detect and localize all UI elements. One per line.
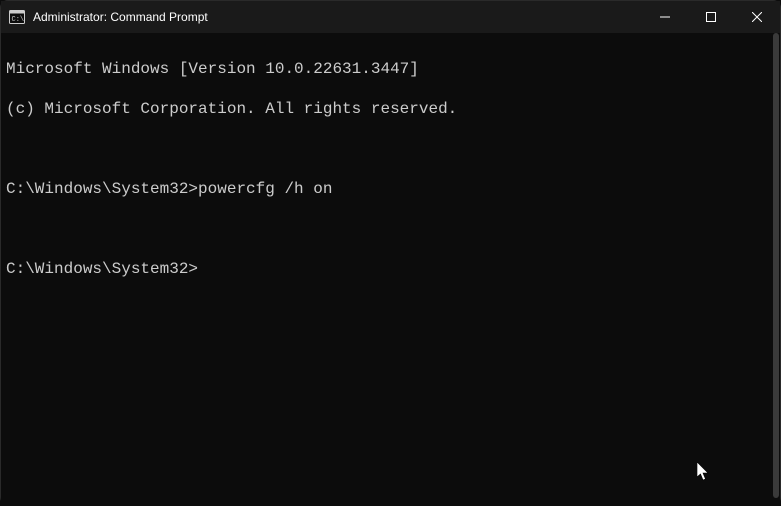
terminal-output-line: Microsoft Windows [Version 10.0.22631.34… [6, 59, 775, 79]
svg-text:C:\: C:\ [12, 16, 25, 24]
minimize-button[interactable] [642, 1, 688, 33]
prompt-path: C:\Windows\System32> [6, 180, 198, 198]
prompt-path: C:\Windows\System32> [6, 260, 198, 278]
window-controls [642, 1, 780, 33]
close-button[interactable] [734, 1, 780, 33]
terminal-prompt-line: C:\Windows\System32>powercfg /h on [6, 179, 775, 199]
terminal-prompt-line: C:\Windows\System32> [6, 259, 775, 279]
terminal-output-line: (c) Microsoft Corporation. All rights re… [6, 99, 775, 119]
titlebar[interactable]: C:\ Administrator: Command Prompt [1, 1, 780, 33]
terminal-body[interactable]: Microsoft Windows [Version 10.0.22631.34… [1, 33, 780, 506]
maximize-button[interactable] [688, 1, 734, 33]
terminal-blank-line [6, 219, 775, 239]
command-text: powercfg /h on [198, 180, 332, 198]
window-title: Administrator: Command Prompt [33, 10, 208, 24]
titlebar-left: C:\ Administrator: Command Prompt [9, 9, 208, 25]
scrollbar[interactable] [772, 33, 780, 498]
scrollbar-thumb[interactable] [773, 33, 779, 498]
cmd-icon: C:\ [9, 9, 25, 25]
terminal-blank-line [6, 139, 775, 159]
